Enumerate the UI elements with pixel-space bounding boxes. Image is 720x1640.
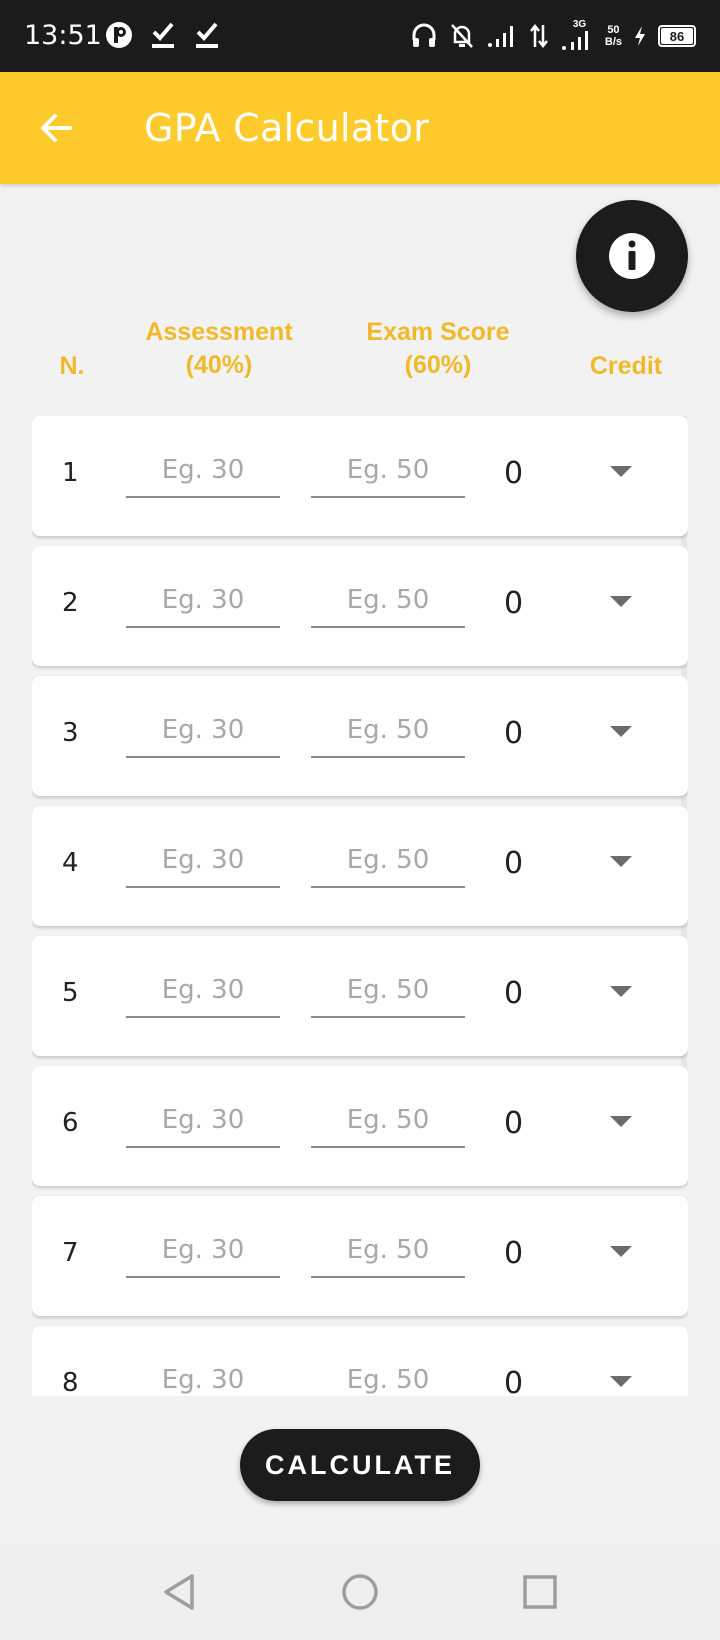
signal-3g-icon: 3G — [561, 19, 593, 51]
course-row: 8 Eg. 30 Eg. 50 0 — [32, 1326, 688, 1396]
credit-dropdown-icon[interactable] — [610, 1246, 632, 1257]
course-row: 2 Eg. 30 Eg. 50 0 — [32, 546, 688, 666]
page-title: GPA Calculator — [144, 106, 430, 150]
header-assessment-weight: (40%) — [185, 351, 253, 379]
net-speed: 50 B/s — [605, 24, 622, 48]
net-speed-value: 50 — [607, 24, 620, 36]
exam-score-input[interactable]: Eg. 50 — [311, 1100, 465, 1148]
header-exam-weight: (60%) — [404, 351, 472, 379]
row-score: 0 — [504, 1366, 524, 1396]
assessment-input[interactable]: Eg. 30 — [126, 580, 280, 628]
assessment-input[interactable]: Eg. 30 — [126, 710, 280, 758]
exam-score-input[interactable]: Eg. 50 — [311, 970, 465, 1018]
signal-icon — [487, 26, 513, 47]
row-number: 4 — [62, 848, 79, 878]
assessment-input[interactable]: Eg. 30 — [126, 1360, 280, 1396]
info-button[interactable] — [576, 200, 688, 312]
assessment-input[interactable]: Eg. 30 — [126, 840, 280, 888]
exam-score-input[interactable]: Eg. 50 — [311, 580, 465, 628]
row-score: 0 — [504, 1106, 524, 1141]
battery-level: 86 — [669, 28, 685, 44]
credit-dropdown-icon[interactable] — [610, 986, 632, 997]
row-number: 8 — [62, 1368, 79, 1396]
row-score: 0 — [504, 976, 524, 1011]
course-row: 3 Eg. 30 Eg. 50 0 — [32, 676, 688, 796]
row-number: 2 — [62, 588, 79, 618]
status-time: 13:51 — [24, 20, 102, 51]
credit-dropdown-icon[interactable] — [610, 466, 632, 477]
course-list[interactable]: 1 Eg. 30 Eg. 50 0 2 Eg. 30 Eg. 50 0 3 Eg… — [32, 416, 688, 1396]
charging-icon — [635, 26, 645, 46]
course-row: 7 Eg. 30 Eg. 50 0 — [32, 1196, 688, 1316]
credit-dropdown-icon[interactable] — [610, 1376, 632, 1387]
signal-bars-icon — [561, 31, 588, 50]
assessment-input[interactable]: Eg. 30 — [126, 1230, 280, 1278]
data-arrows-icon — [529, 23, 548, 49]
exam-score-input[interactable]: Eg. 50 — [311, 450, 465, 498]
row-number: 5 — [62, 978, 79, 1008]
calculate-button[interactable]: CALCULATE — [240, 1429, 480, 1501]
row-score: 0 — [504, 716, 524, 751]
back-triangle-icon[interactable] — [158, 1570, 202, 1614]
headset-icon — [412, 23, 436, 47]
assessment-input[interactable]: Eg. 30 — [126, 1100, 280, 1148]
row-score: 0 — [504, 846, 524, 881]
exam-score-input[interactable]: Eg. 50 — [311, 1360, 465, 1396]
exam-score-input[interactable]: Eg. 50 — [311, 840, 465, 888]
header-exam-title: Exam Score — [366, 318, 510, 346]
course-row: 5 Eg. 30 Eg. 50 0 — [32, 936, 688, 1056]
home-circle-icon[interactable] — [338, 1570, 382, 1614]
checkmark-icon — [196, 22, 218, 48]
battery-icon: 86 — [658, 25, 696, 47]
header-assessment: Assessment (40%) — [128, 316, 310, 382]
navigation-bar — [0, 1544, 720, 1640]
checkmark-icon — [152, 22, 174, 48]
back-arrow-icon[interactable] — [36, 108, 76, 148]
header-number: N. — [59, 352, 85, 380]
assessment-input[interactable]: Eg. 30 — [126, 970, 280, 1018]
credit-dropdown-icon[interactable] — [610, 1116, 632, 1127]
course-row: 1 Eg. 30 Eg. 50 0 — [32, 416, 688, 536]
app-bar: GPA Calculator — [0, 72, 720, 184]
assessment-input[interactable]: Eg. 30 — [126, 450, 280, 498]
bell-off-icon — [450, 24, 473, 48]
net-speed-unit: B/s — [604, 36, 622, 48]
row-score: 0 — [504, 456, 524, 491]
exam-score-input[interactable]: Eg. 50 — [311, 1230, 465, 1278]
row-score: 0 — [504, 1236, 524, 1271]
status-bar: 13:51 3G 50 B/s 86 — [0, 0, 720, 72]
status-icons: 3G 50 B/s 86 — [411, 16, 696, 56]
course-row: 4 Eg. 30 Eg. 50 0 — [32, 806, 688, 926]
row-number: 7 — [62, 1238, 79, 1268]
credit-dropdown-icon[interactable] — [610, 726, 632, 737]
row-number: 6 — [62, 1108, 79, 1138]
header-assessment-title: Assessment — [145, 318, 293, 346]
exam-score-input[interactable]: Eg. 50 — [311, 710, 465, 758]
row-number: 1 — [62, 458, 79, 488]
header-credit: Credit — [589, 352, 663, 380]
credit-dropdown-icon[interactable] — [610, 596, 632, 607]
course-row: 6 Eg. 30 Eg. 50 0 — [32, 1066, 688, 1186]
recents-square-icon[interactable] — [518, 1570, 562, 1614]
app-indicator-icon — [106, 22, 132, 48]
credit-dropdown-icon[interactable] — [610, 856, 632, 867]
header-exam-score: Exam Score (60%) — [346, 316, 530, 382]
info-icon — [609, 233, 655, 279]
row-number: 3 — [62, 718, 79, 748]
row-score: 0 — [504, 586, 524, 621]
